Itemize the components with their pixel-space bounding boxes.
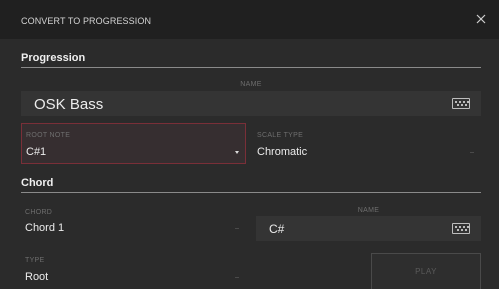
progression-divider bbox=[21, 67, 481, 68]
chord-divider bbox=[21, 192, 481, 193]
chord-name-value: C# bbox=[269, 222, 285, 236]
dropdown-indicator bbox=[235, 228, 239, 229]
chord-type-value: Root bbox=[25, 271, 49, 283]
chord-value: Chord 1 bbox=[25, 222, 65, 234]
chord-name-field[interactable]: C# bbox=[256, 216, 481, 241]
progression-heading: Progression bbox=[21, 52, 86, 64]
dropdown-indicator bbox=[235, 277, 239, 278]
chord-label: CHORD bbox=[25, 209, 53, 216]
root-note-label: ROOT NOTE bbox=[26, 132, 71, 139]
root-note-dropdown[interactable]: ROOT NOTE C#1 bbox=[21, 123, 246, 164]
chord-name-label: NAME bbox=[357, 207, 380, 214]
scale-type-value: Chromatic bbox=[257, 146, 308, 158]
convert-to-progression-dialog: CONVERT TO PROGRESSION Progression NAME … bbox=[0, 0, 499, 289]
play-button-label: PLAY bbox=[415, 267, 437, 276]
chord-heading: Chord bbox=[21, 177, 54, 189]
chord-dropdown[interactable]: CHORD Chord 1 bbox=[21, 200, 246, 240]
keyboard-icon[interactable] bbox=[452, 98, 470, 109]
chevron-down-icon bbox=[235, 151, 239, 154]
play-button[interactable]: PLAY bbox=[371, 253, 481, 289]
root-note-value: C#1 bbox=[26, 146, 47, 158]
dialog-title: CONVERT TO PROGRESSION bbox=[21, 16, 152, 26]
close-button[interactable] bbox=[471, 9, 491, 29]
keyboard-icon[interactable] bbox=[452, 223, 470, 234]
chord-type-label: TYPE bbox=[25, 257, 45, 264]
close-icon bbox=[476, 14, 486, 24]
scale-type-dropdown[interactable]: SCALE TYPE Chromatic bbox=[256, 123, 481, 164]
dropdown-indicator bbox=[470, 152, 474, 153]
chord-type-dropdown[interactable]: TYPE Root bbox=[21, 249, 246, 289]
dialog-titlebar: CONVERT TO PROGRESSION bbox=[0, 0, 499, 39]
scale-type-label: SCALE TYPE bbox=[257, 132, 304, 139]
progression-name-label: NAME bbox=[240, 81, 262, 88]
progression-name-field[interactable]: OSK Bass bbox=[21, 91, 481, 116]
progression-name-value: OSK Bass bbox=[34, 96, 104, 113]
